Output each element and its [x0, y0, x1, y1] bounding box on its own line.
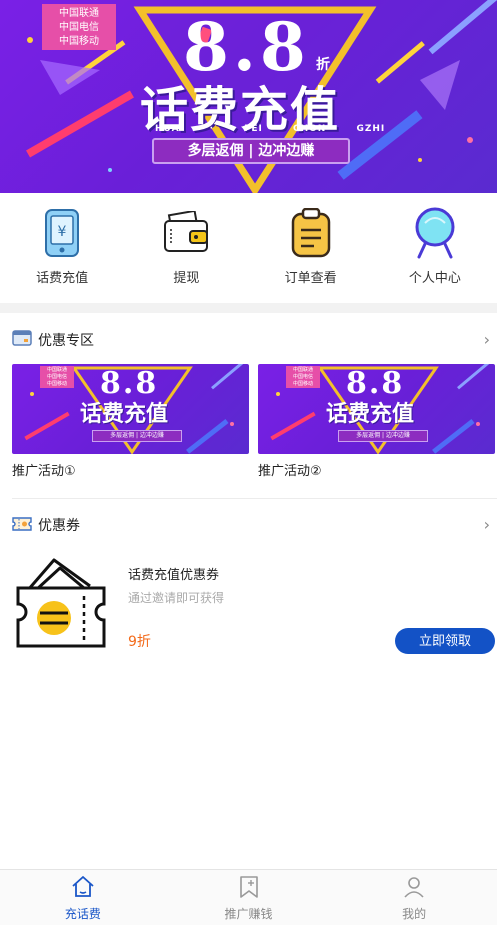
promo-card-label: 推广活动① [12, 464, 76, 479]
section-divider [0, 303, 497, 313]
quick-nav-recharge-label: 话费充值 [36, 271, 89, 286]
quick-nav-withdraw-label: 提现 [173, 271, 200, 286]
quick-nav-recharge[interactable]: ¥ 话费充值 [0, 193, 124, 303]
mini-carrier-tag: 中国联通 中国电信 中国移动 [40, 366, 74, 388]
banner-pinyin: HUA · FEI CHON GZHI [155, 124, 386, 134]
coupon-description: 通过邀请即可获得 [128, 591, 225, 605]
tab-mine-label: 我的 [402, 907, 427, 921]
phone-recharge-icon: ¥ [36, 207, 88, 259]
wallet-icon [160, 207, 212, 259]
carrier-1: 中国联通 [59, 8, 99, 19]
mini-banner-slogan: 多层返佣 | 边冲边赚 [92, 430, 182, 442]
home-icon [71, 875, 95, 899]
tab-recharge-label: 充话费 [64, 907, 101, 921]
tab-mine[interactable]: 我的 [331, 870, 497, 925]
promo-card-2[interactable]: 中国联通 中国电信 中国移动 8.8 话费充值 多层返佣 | 边冲边赚 推广活动… [258, 364, 495, 479]
promo-card-image: 中国联通 中国电信 中国移动 8.8 话费充值 多层返佣 | 边冲边赚 [258, 364, 495, 454]
tab-recharge[interactable]: 充话费 [0, 870, 166, 925]
banner-slogan: 多层返佣 | 边冲边赚 [152, 138, 350, 164]
svg-text:¥: ¥ [58, 224, 67, 240]
promo-banner[interactable]: 中国联通 中国电信 中国移动 8.8 折 话费充值 HUA · FEI CHON… [0, 0, 497, 193]
coupon-section-title: 优惠券 [38, 518, 80, 534]
promo-card-label: 推广活动② [258, 464, 322, 479]
carrier-tag: 中国联通 中国电信 中国移动 [42, 4, 116, 50]
mini-carrier-3: 中国移动 [46, 381, 67, 387]
mini-banner-slogan: 多层返佣 | 边冲边赚 [338, 430, 428, 442]
mini-banner-title: 话费充值 [80, 402, 169, 427]
mini-carrier-tag: 中国联通 中国电信 中国移动 [286, 366, 320, 388]
quick-nav-orders[interactable]: 订单查看 [249, 193, 373, 303]
promo-card-image: 中国联通 中国电信 中国移动 8.8 话费充值 多层返佣 | 边冲边赚 [12, 364, 249, 454]
coupon-section-header[interactable]: 优惠券 › [12, 513, 492, 537]
coupon-section-icon [12, 516, 32, 535]
profile-icon [402, 875, 426, 899]
carrier-2: 中国电信 [59, 22, 99, 33]
coupon-name: 话费充值优惠券 [128, 568, 220, 583]
mini-carrier-1: 中国联通 [46, 367, 67, 373]
quick-nav-withdraw[interactable]: 提现 [124, 193, 248, 303]
claim-coupon-button[interactable]: 立即领取 [395, 628, 495, 654]
carrier-3: 中国移动 [59, 36, 99, 47]
promo-section-icon [12, 330, 32, 350]
promo-section-title: 优惠专区 [38, 333, 94, 349]
quick-nav-profile[interactable]: 个人中心 [373, 193, 497, 303]
user-icon [409, 207, 461, 259]
tab-promote-label: 推广赚钱 [224, 907, 273, 921]
bottom-tab-bar: 充话费 推广赚钱 我的 [0, 869, 497, 925]
promo-card-1[interactable]: 中国联通 中国电信 中国移动 8.8 话费充值 多层返佣 | 边冲边赚 推广活动… [12, 364, 249, 479]
bookmark-icon [237, 875, 261, 899]
clipboard-icon [285, 207, 337, 259]
tab-promote[interactable]: 推广赚钱 [166, 870, 332, 925]
section-separator [12, 498, 497, 499]
mini-carrier-2: 中国电信 [46, 374, 67, 380]
chevron-right-icon[interactable]: › [484, 330, 490, 349]
mini-carrier-2: 中国电信 [292, 374, 313, 380]
mini-carrier-1: 中国联通 [292, 367, 313, 373]
quick-nav-orders-label: 订单查看 [284, 271, 337, 286]
coupon-discount: 9折 [128, 634, 151, 650]
quick-nav-profile-label: 个人中心 [408, 271, 461, 286]
promo-section-header[interactable]: 优惠专区 › [12, 328, 492, 352]
quick-nav: ¥ 话费充值 提现 订单查看 个人中心 [0, 193, 497, 303]
chevron-right-icon[interactable]: › [484, 515, 490, 534]
coupon-ticket-icon [14, 556, 110, 652]
mini-banner-title: 话费充值 [326, 402, 415, 427]
mini-carrier-3: 中国移动 [292, 381, 313, 387]
